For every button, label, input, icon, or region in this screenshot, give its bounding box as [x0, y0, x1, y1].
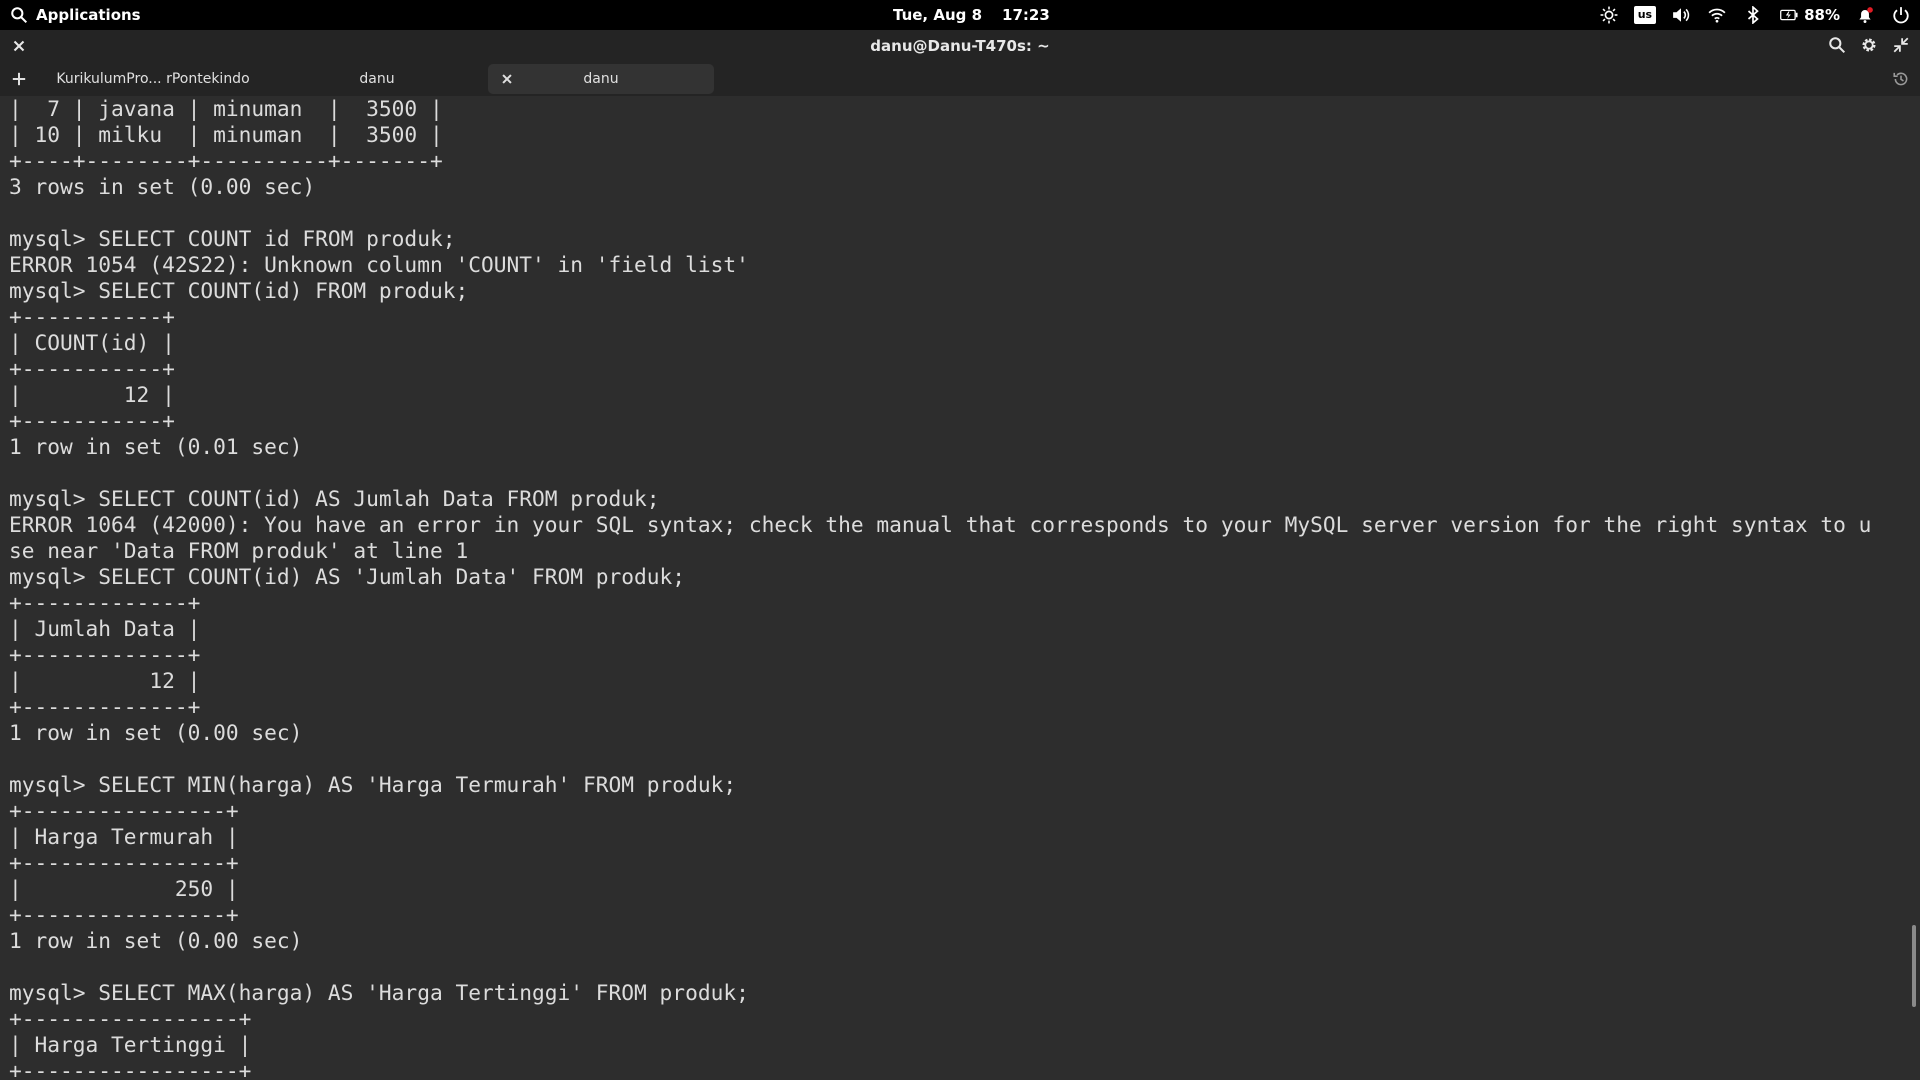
- terminal-line: mysql> SELECT MAX(harga) AS 'Harga Terti…: [9, 980, 749, 1005]
- search-icon: [8, 4, 30, 26]
- terminal-line: se near 'Data FROM produk' at line 1: [9, 538, 469, 563]
- battery-indicator[interactable]: 88%: [1778, 4, 1840, 26]
- notification-bell-icon[interactable]: [1854, 4, 1876, 26]
- terminal-line: | COUNT(id) |: [9, 330, 175, 355]
- terminal-line: 1 row in set (0.00 sec): [9, 720, 303, 745]
- history-icon[interactable]: [1890, 68, 1912, 90]
- terminal-line: mysql> SELECT COUNT id FROM produk;: [9, 226, 456, 251]
- tab-label: danu: [359, 71, 395, 87]
- date-label: Tue, Aug 8: [893, 6, 983, 24]
- terminal-line: | 10 | milku | minuman | 3500 |: [9, 122, 443, 147]
- search-icon[interactable]: [1826, 34, 1848, 56]
- terminal-line: | Harga Termurah |: [9, 824, 239, 849]
- terminal-line: | Harga Tertinggi |: [9, 1032, 252, 1057]
- terminal-line: +-----------+: [9, 408, 175, 433]
- tab-bar: KurikulumPro... rPontekindo danu danu: [0, 62, 1920, 96]
- terminal-line: 1 row in set (0.01 sec): [9, 434, 303, 459]
- wifi-icon[interactable]: [1706, 4, 1728, 26]
- applications-label: Applications: [36, 6, 141, 24]
- terminal-line: +----------------+: [9, 902, 239, 927]
- terminal-line: +-----------+: [9, 356, 175, 381]
- terminal-line: +----------------+: [9, 850, 239, 875]
- terminal-line: 3 rows in set (0.00 sec): [9, 174, 316, 199]
- tab-kurikulum[interactable]: KurikulumPro... rPontekindo: [36, 64, 270, 94]
- terminal-line: | 7 | javana | minuman | 3500 |: [9, 96, 443, 121]
- terminal-line: | Jumlah Data |: [9, 616, 201, 641]
- battery-percentage: 88%: [1804, 6, 1840, 24]
- tab-label: danu: [583, 71, 619, 87]
- terminal-line: +-----------+: [9, 304, 175, 329]
- terminal-line: +-------------+: [9, 590, 201, 615]
- power-icon[interactable]: [1890, 4, 1912, 26]
- terminal-line: 1 row in set (0.00 sec): [9, 928, 303, 953]
- window-title: danu@Danu-T470s: ~: [870, 37, 1050, 55]
- tab-danu-1[interactable]: danu: [270, 64, 484, 94]
- unmaximize-icon[interactable]: [1890, 34, 1912, 56]
- terminal-line: mysql> SELECT COUNT(id) FROM produk;: [9, 278, 469, 303]
- tab-danu-2-active[interactable]: danu: [488, 64, 714, 94]
- brightness-icon[interactable]: [1598, 4, 1620, 26]
- system-top-panel: Applications Tue, Aug 8 17:23 us 88%: [0, 0, 1920, 30]
- close-tab-icon[interactable]: [496, 68, 518, 90]
- close-window-icon[interactable]: [8, 35, 30, 57]
- window-tools: [1826, 34, 1912, 56]
- terminal-line: | 12 |: [9, 382, 175, 407]
- terminal-line: mysql> SELECT MIN(harga) AS 'Harga Termu…: [9, 772, 737, 797]
- gear-icon[interactable]: [1858, 34, 1880, 56]
- terminal-scrollbar[interactable]: [1912, 925, 1916, 1007]
- terminal-line: mysql> SELECT COUNT(id) AS 'Jumlah Data'…: [9, 564, 686, 589]
- terminal-line: +-----------------+: [9, 1006, 252, 1031]
- tab-label: KurikulumPro... rPontekindo: [56, 71, 250, 87]
- terminal-line: +-------------+: [9, 694, 201, 719]
- terminal-line: | 12 |: [9, 668, 201, 693]
- terminal-line: +----------------+: [9, 798, 239, 823]
- system-tray: us 88%: [1598, 0, 1912, 30]
- applications-menu[interactable]: Applications: [8, 0, 141, 30]
- terminal-line: mysql> SELECT COUNT(id) AS Jumlah Data F…: [9, 486, 660, 511]
- terminal-text: | 7 | javana | minuman | 3500 | | 10 | m…: [0, 96, 1910, 1080]
- time-label: 17:23: [1002, 6, 1050, 24]
- terminal-line: +----+--------+----------+-------+: [9, 148, 443, 173]
- volume-icon[interactable]: [1670, 4, 1692, 26]
- terminal-output[interactable]: | 7 | javana | minuman | 3500 | | 10 | m…: [0, 96, 1910, 1080]
- battery-charging-icon: [1778, 4, 1800, 26]
- clock[interactable]: Tue, Aug 8 17:23: [893, 0, 1050, 30]
- terminal-line: | 250 |: [9, 876, 239, 901]
- terminal-line: +-----------------+: [9, 1058, 252, 1080]
- bluetooth-icon[interactable]: [1742, 4, 1764, 26]
- window-titlebar: danu@Danu-T470s: ~: [0, 30, 1920, 62]
- terminal-line: +-------------+: [9, 642, 201, 667]
- terminal-line: ERROR 1054 (42S22): Unknown column 'COUN…: [9, 252, 749, 277]
- terminal-line: ERROR 1064 (42000): You have an error in…: [9, 512, 1872, 537]
- keyboard-layout-indicator[interactable]: us: [1633, 6, 1657, 24]
- new-tab-icon[interactable]: [8, 68, 30, 90]
